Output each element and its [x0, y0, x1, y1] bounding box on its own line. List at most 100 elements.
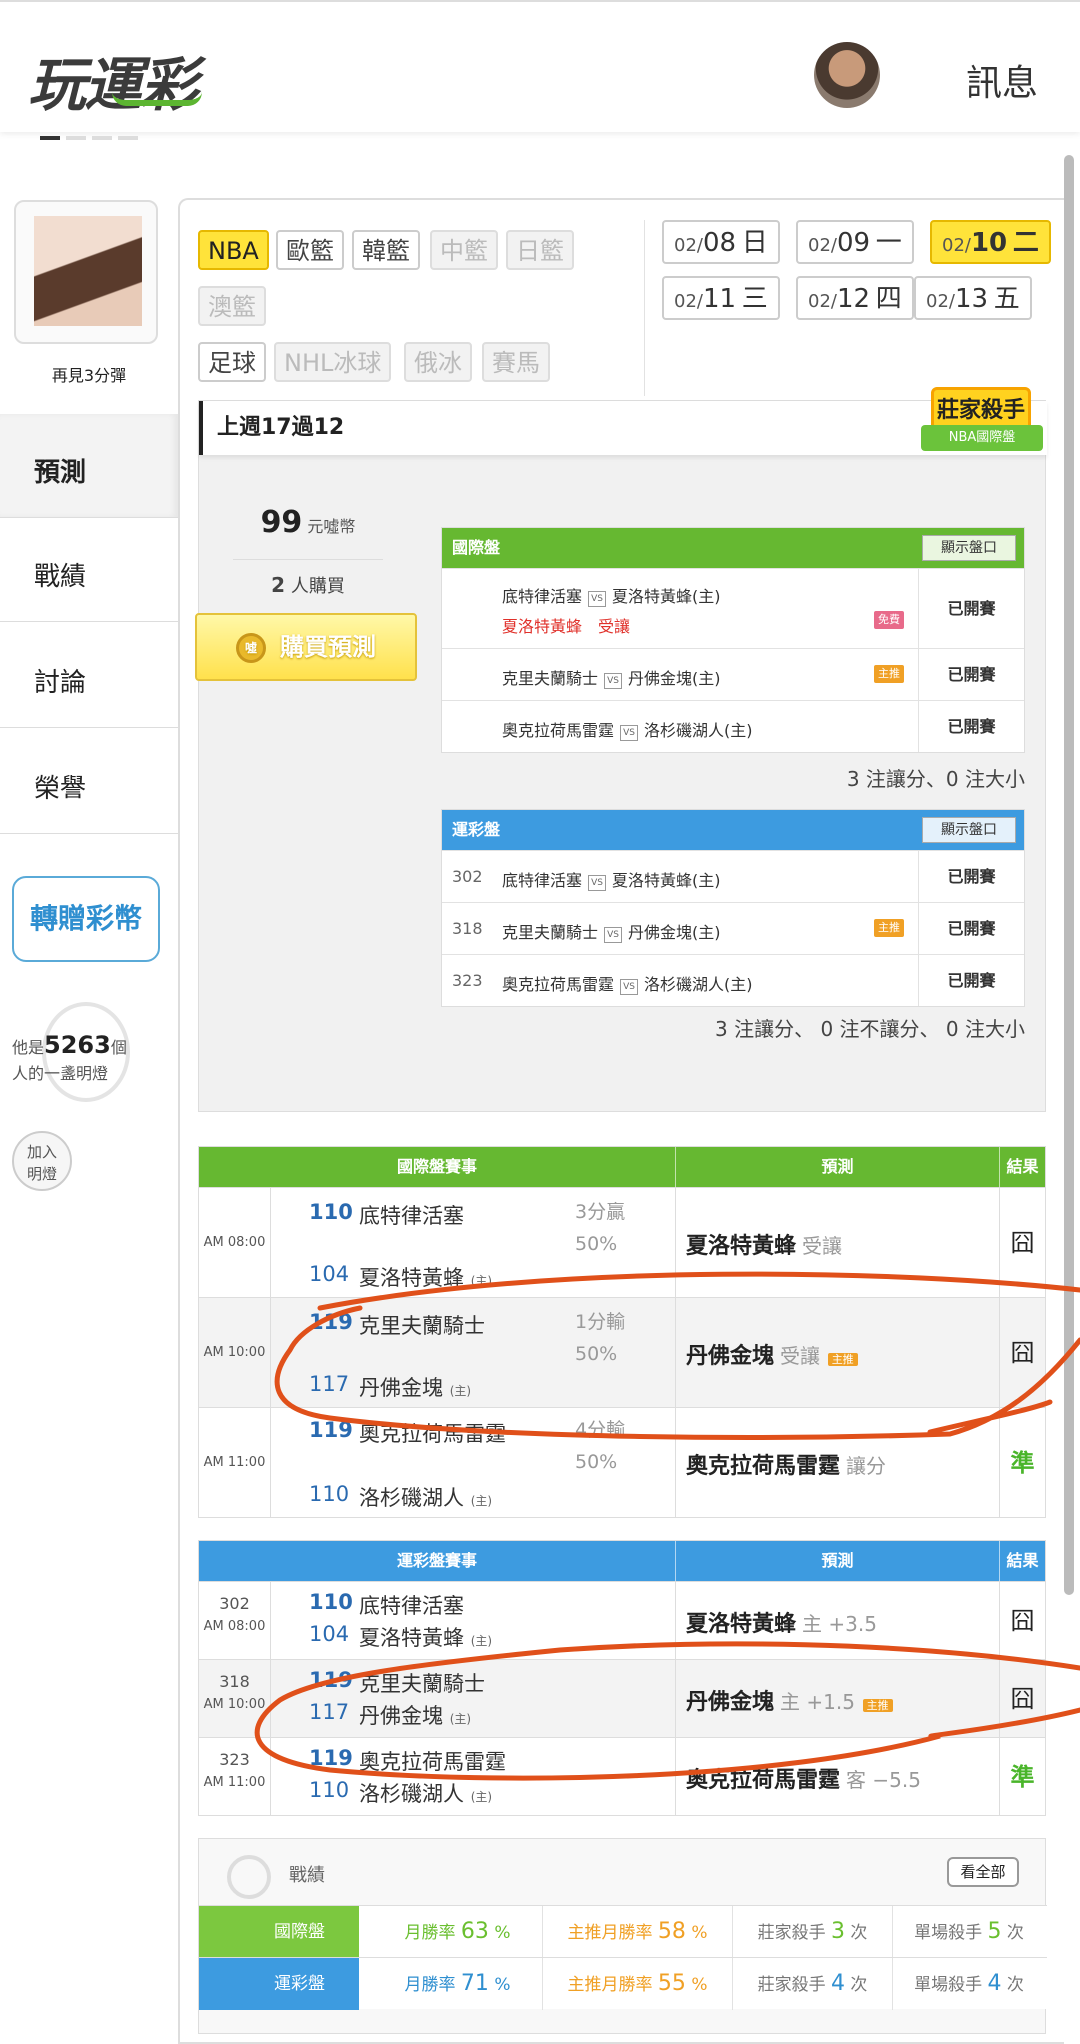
result-cell: 囧	[999, 1188, 1045, 1297]
game-code: 323	[219, 1750, 250, 1769]
result-cell: 囧	[999, 1298, 1045, 1407]
home-team-name: 夏洛特黃蜂	[359, 1266, 464, 1290]
date-0209[interactable]: 02/09 一	[796, 220, 914, 264]
table-row[interactable]: AM 11:00 119 奧克拉荷馬雷霆 110 洛杉磯湖人 (主) 4分輸 50…	[199, 1407, 1045, 1517]
col-result: 結果	[999, 1147, 1045, 1187]
game-status: 已開賽	[918, 649, 1024, 700]
stat-label: 主推月勝率	[567, 1975, 653, 1995]
nav-honor[interactable]: 榮譽	[0, 730, 178, 834]
prediction-text: 奧克拉荷馬雷霆 讓分	[686, 1448, 886, 1480]
pick-row[interactable]: 302 底特律活塞 VS 夏洛特黃蜂(主) 已開賽	[442, 850, 1024, 902]
result-cell: 準	[999, 1738, 1045, 1815]
buy-prediction-button[interactable]: 噓購買預測	[195, 613, 417, 681]
home-mark: (主)	[470, 1274, 493, 1288]
price-unit: 元噓幣	[307, 517, 356, 536]
pick-row[interactable]: 323 奧克拉荷馬雷霆 VS 洛杉磯湖人(主) 已開賽	[442, 954, 1024, 1006]
pick-team: 奧克拉荷馬雷霆	[686, 1454, 841, 1479]
stat-unit: %	[691, 1923, 708, 1943]
home-team: 夏洛特黃蜂 (主)	[359, 1262, 492, 1292]
game-time: AM 08:00	[199, 1188, 271, 1297]
page-dot	[92, 136, 112, 140]
single-killer-count: 單場殺手 5 次	[893, 1906, 1045, 1958]
tab-horse[interactable]: 賽馬	[482, 342, 550, 382]
date-0213[interactable]: 02/13 五	[914, 276, 1032, 320]
vs-icon: VS	[588, 591, 607, 607]
tab-euro[interactable]: 歐籃	[276, 230, 344, 270]
home-team-name: 洛杉磯湖人	[359, 1486, 464, 1510]
stat-unit: 次	[1006, 1975, 1024, 1995]
stat-label: 單場殺手	[914, 1975, 983, 1995]
prediction-cell: 夏洛特黃蜂 受讓	[675, 1188, 999, 1297]
odds-margin: 3分贏	[575, 1201, 626, 1223]
col-match: 運彩盤賽事	[396, 1551, 477, 1570]
table-row[interactable]: AM 10:00 119 克里夫蘭騎士 117 丹佛金塊 (主) 1分輸 50% …	[199, 1297, 1045, 1407]
stat-value: 55	[657, 1971, 686, 1996]
tab-china[interactable]: 中籃	[430, 230, 498, 270]
pick-row[interactable]: 底特律活塞 VS 夏洛特黃蜂(主) 夏洛特黃蜂 受讓 免費 已開賽	[442, 568, 1024, 648]
tab-soccer[interactable]: 足球	[198, 342, 266, 382]
lamp-counter: 他是5263個 人的一盞明燈	[0, 1002, 178, 1112]
nav-discuss[interactable]: 討論	[0, 624, 178, 728]
home-team-name: 夏洛特黃蜂	[359, 1626, 464, 1650]
table-row[interactable]: 318 AM 10:00 119 克里夫蘭騎士 117 丹佛金塊 (主) 丹佛金塊…	[199, 1659, 1045, 1737]
scrollbar[interactable]	[1064, 155, 1074, 1595]
prediction-cell: 丹佛金塊主 +1.5 主推	[675, 1660, 999, 1737]
page-dot	[40, 136, 60, 140]
profile-username: 再見3分彈	[51, 366, 127, 385]
game-time: AM 10:00	[199, 1298, 271, 1407]
prediction-text: 丹佛金塊主 +1.5 主推	[686, 1684, 893, 1716]
buyers-number: 2	[271, 573, 286, 597]
tab-aus[interactable]: 澳籃	[198, 286, 266, 326]
table-row[interactable]: AM 08:00 110 底特律活塞 104 夏洛特黃蜂 (主) 3分贏 50% …	[199, 1187, 1045, 1297]
pick-row[interactable]: 318 克里夫蘭騎士 VS 丹佛金塊(主) 主推 已開賽	[442, 902, 1024, 954]
tab-japan[interactable]: 日籃	[506, 230, 574, 270]
pick-row[interactable]: 克里夫蘭騎士 VS 丹佛金塊(主) 主推 已開賽	[442, 648, 1024, 700]
show-odds-button[interactable]: 顯示盤口	[922, 535, 1016, 561]
stat-unit: 次	[850, 1975, 868, 1995]
stat-label: 月勝率	[404, 1975, 456, 1995]
matchup: 克里夫蘭騎士 VS 丹佛金塊(主)	[502, 665, 721, 689]
featured-tag: 主推	[827, 1353, 858, 1366]
lottery-results-header: 運彩盤賽事 預測 結果	[199, 1541, 1045, 1581]
tab-korea[interactable]: 韓籃	[352, 230, 420, 270]
site-logo[interactable]: 玩運彩	[28, 38, 202, 122]
table-row[interactable]: 323 AM 11:00 119 奧克拉荷馬雷霆 110 洛杉磯湖人 (主) 奧克…	[199, 1737, 1045, 1815]
pick-row[interactable]: 奧克拉荷馬雷霆 VS 洛杉磯湖人(主) 已開賽	[442, 700, 1024, 752]
away-team: 奧克拉荷馬雷霆	[359, 1422, 506, 1446]
date-0208[interactable]: 02/08 日	[662, 220, 780, 264]
nav-predict[interactable]: 預測	[0, 414, 178, 518]
intl-results-header: 國際盤賽事 預測 結果	[199, 1147, 1045, 1187]
home-mark: (主)	[470, 1790, 493, 1804]
tab-russia[interactable]: 俄冰	[404, 342, 472, 382]
messages-link[interactable]: 訊息	[966, 54, 1038, 106]
table-row[interactable]: 302 AM 08:00 110 底特律活塞 104 夏洛特黃蜂 (主) 夏洛特黃…	[199, 1581, 1045, 1659]
logo-text: 玩運彩	[28, 51, 198, 119]
stat-unit: %	[691, 1975, 708, 1995]
home-score: 110	[309, 1482, 350, 1506]
gift-coins-button[interactable]: 轉贈彩幣	[12, 876, 160, 962]
stat-label: 莊家殺手	[757, 1923, 826, 1943]
nav-record[interactable]: 戰績	[0, 518, 178, 622]
date-0210[interactable]: 02/10 二	[930, 220, 1051, 264]
page-indicator	[40, 136, 138, 140]
game-status: 已開賽	[918, 569, 1024, 648]
vs-icon: VS	[620, 979, 639, 995]
game-code: 318	[452, 919, 483, 938]
date-weekday: 五	[993, 284, 1020, 314]
date-0211[interactable]: 02/11 三	[662, 276, 780, 320]
show-odds-button[interactable]: 顯示盤口	[922, 817, 1016, 843]
pick-team: 丹佛金塊	[686, 1690, 775, 1715]
record-title: 戰績	[289, 1865, 325, 1886]
lamp-count: 5263	[44, 1031, 111, 1059]
join-lamp-button[interactable]: 加入 明燈	[12, 1131, 72, 1191]
profile-card[interactable]	[14, 200, 158, 344]
home-team: 丹佛金塊 (主)	[359, 1372, 471, 1402]
price-amount: 99	[260, 505, 303, 540]
date-0212[interactable]: 02/12 四	[796, 276, 914, 320]
tab-nhl[interactable]: NHL冰球	[274, 342, 392, 382]
tab-nba[interactable]: NBA	[198, 230, 269, 270]
date-weekday: 一	[875, 228, 902, 258]
see-all-button[interactable]: 看全部	[947, 1857, 1019, 1887]
user-avatar[interactable]	[814, 42, 880, 108]
date-day: 13	[954, 284, 989, 314]
